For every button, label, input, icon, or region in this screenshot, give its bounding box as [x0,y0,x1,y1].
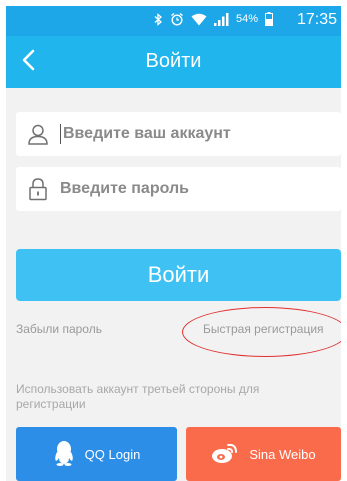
bluetooth-icon [154,12,163,26]
signal-icon [213,12,229,26]
clock: 17:35 [296,11,337,28]
weibo-login-button[interactable]: Sina Weibo [186,427,341,481]
battery-icon [265,12,273,26]
qq-login-button[interactable]: QQ Login [16,427,177,481]
qq-login-label: QQ Login [84,446,141,462]
status-icons: 54% [154,12,273,26]
login-screen: 54% 17:35 Войти Введите ваш аккаунт Введ… [6,6,341,481]
user-icon [16,123,60,145]
page-title: Войти [145,50,202,72]
lock-icon [16,177,60,201]
password-placeholder: Введите пароль [60,180,189,197]
quick-register-link[interactable]: Быстрая регистрация [203,322,324,336]
text-cursor [60,124,61,144]
password-field[interactable]: Введите пароль [16,167,341,211]
app-bar: Войти [6,36,341,88]
weibo-icon [211,442,239,467]
alarm-icon [170,12,184,26]
login-button[interactable]: Войти [16,249,341,301]
weibo-login-label: Sina Weibo [249,446,316,462]
forgot-password-link[interactable]: Забыли пароль [16,322,102,336]
status-bar: 54% 17:35 [6,6,341,36]
qq-penguin-icon [53,440,75,469]
account-placeholder: Введите ваш аккаунт [63,125,231,142]
third-party-note: Использовать аккаунт третьей стороны для… [16,382,260,411]
wifi-icon [191,13,207,26]
battery-percent: 54% [235,13,258,25]
account-field[interactable]: Введите ваш аккаунт [16,112,341,156]
